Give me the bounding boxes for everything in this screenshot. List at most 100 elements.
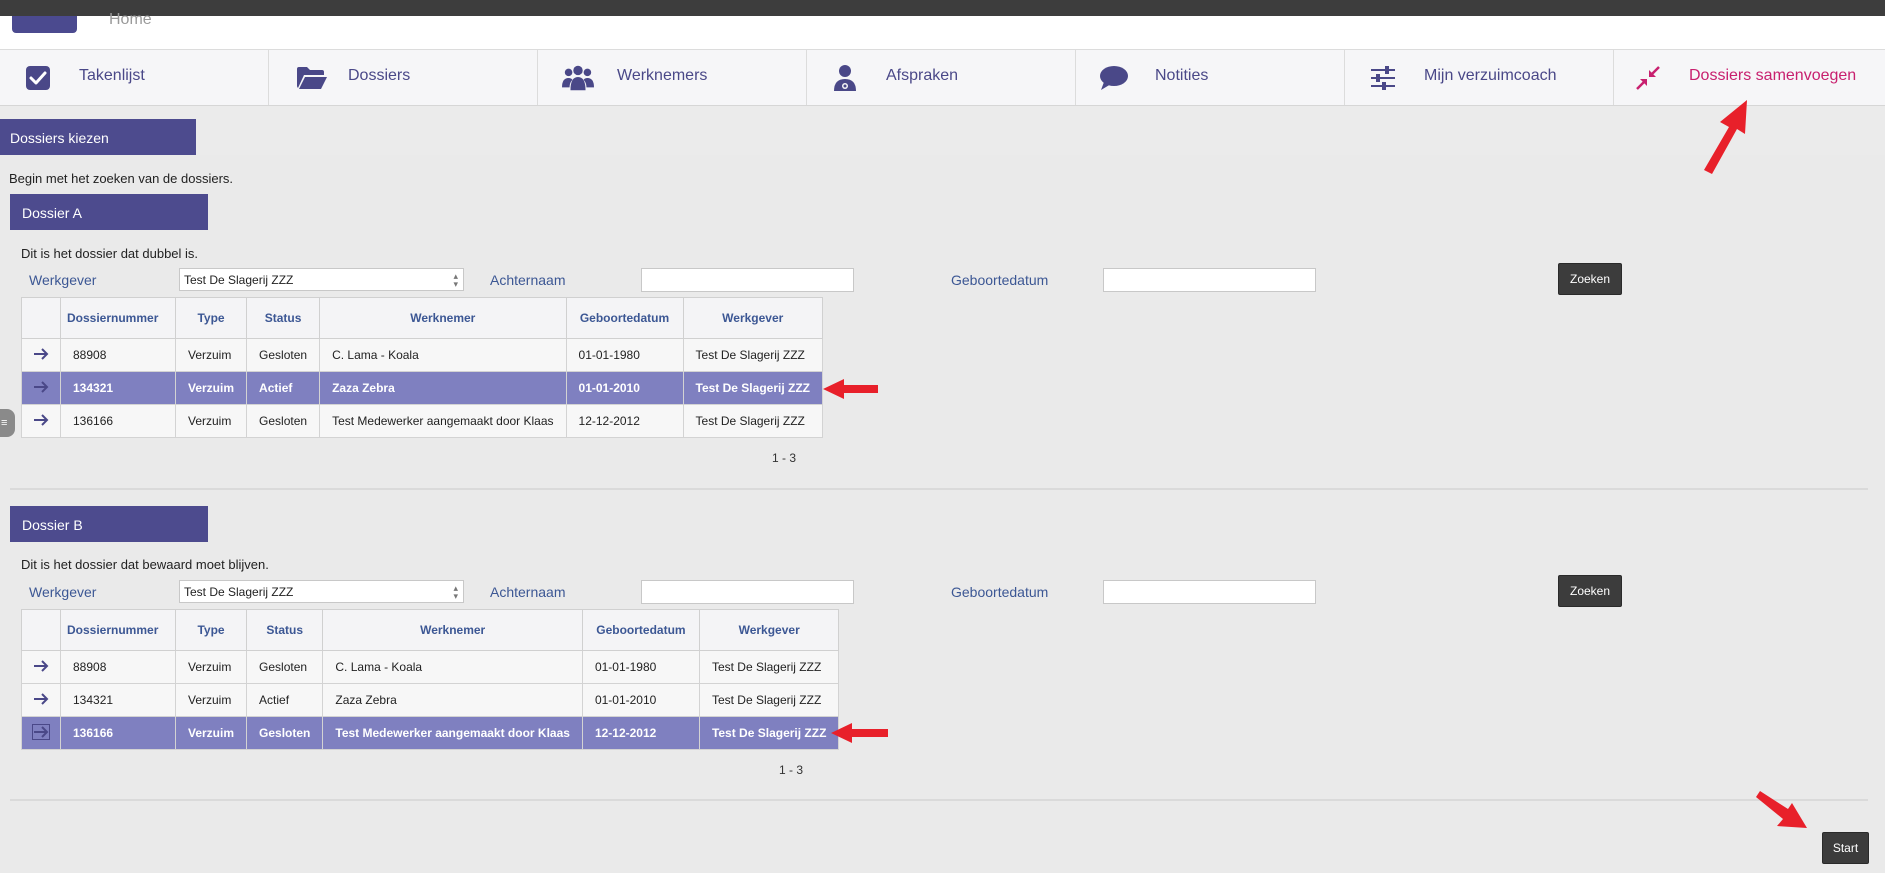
table-row-selected[interactable]: 134321 Verzuim Actief Zaza Zebra 01-01-2… <box>21 371 823 405</box>
search-button[interactable]: Zoeken <box>1558 575 1622 607</box>
nav-item-notities[interactable]: Notities <box>1076 50 1345 105</box>
window-top-bar <box>0 0 1885 16</box>
achternaam-label: Achternaam <box>490 272 566 288</box>
nav-item-afspraken[interactable]: Afspraken <box>807 50 1076 105</box>
select-row-button[interactable] <box>21 683 61 717</box>
arrow-right-icon <box>34 380 49 393</box>
cell-geboortedatum: 12-12-2012 <box>565 404 684 438</box>
section-divider <box>10 488 1868 490</box>
werkgever-select-value: Test De Slagerij ZZZ <box>184 585 294 599</box>
cell-geboortedatum: 01-01-2010 <box>565 371 684 405</box>
column-header: Type <box>174 297 248 339</box>
compress-arrows-icon <box>1632 64 1664 92</box>
arrow-right-icon <box>34 413 49 426</box>
select-caret-icon: ▴ ▾ <box>453 271 458 289</box>
search-button[interactable]: Zoeken <box>1558 263 1622 295</box>
arrow-right-icon <box>34 347 49 360</box>
werkgever-select[interactable]: Test De Slagerij ZZZ ▴ ▾ <box>179 268 464 291</box>
cell-status: Actief <box>246 683 324 717</box>
arrow-right-icon <box>32 723 50 740</box>
cell-dossiernummer: 88908 <box>60 650 176 684</box>
cell-dossiernummer: 88908 <box>60 338 176 372</box>
cell-werknemer: C. Lama - Koala <box>319 338 567 372</box>
cell-werknemer: Zaza Zebra <box>322 683 583 717</box>
section-title-dossier-b: Dossier B <box>10 506 208 542</box>
werkgever-label: Werkgever <box>29 272 97 288</box>
column-header: Dossiernummer <box>60 609 176 651</box>
geboortedatum-input[interactable] <box>1103 268 1316 292</box>
cell-werkgever: Test De Slagerij ZZZ <box>698 716 840 750</box>
intro-text: Begin met het zoeken van de dossiers. <box>9 171 234 186</box>
users-icon <box>562 64 594 92</box>
table-row[interactable]: 136166 Verzuim Gesloten Test Medewerker … <box>21 404 823 438</box>
nav-label: Dossiers <box>348 67 411 84</box>
table-row[interactable]: 134321 Verzuim Actief Zaza Zebra 01-01-2… <box>21 683 840 717</box>
cell-werkgever: Test De Slagerij ZZZ <box>698 683 840 717</box>
section-description: Dit is het dossier dat dubbel is. <box>21 246 199 261</box>
geboortedatum-label: Geboortedatum <box>951 272 1049 288</box>
cell-status: Gesloten <box>246 716 324 750</box>
cell-werknemer: Test Medewerker aangemaakt door Klaas <box>322 716 583 750</box>
select-row-button[interactable] <box>21 650 61 684</box>
cell-geboortedatum: 01-01-1980 <box>565 338 684 372</box>
nav-label: Afspraken <box>886 67 959 84</box>
achternaam-input[interactable] <box>641 268 854 292</box>
achternaam-input[interactable] <box>641 580 854 604</box>
side-menu-handle[interactable]: ≡ <box>0 409 15 437</box>
column-header-select <box>21 609 61 651</box>
select-row-button[interactable] <box>21 404 61 438</box>
nav-label: Werknemers <box>617 67 708 84</box>
annotation-arrow-icon <box>1756 791 1807 828</box>
sliders-icon <box>1367 64 1399 92</box>
arrow-right-icon <box>34 692 49 705</box>
cell-werknemer: C. Lama - Koala <box>322 650 583 684</box>
checkbox-icon <box>22 64 54 92</box>
results-table-dossier-b: Dossiernummer Type Status Werknemer Gebo… <box>21 609 840 750</box>
home-link[interactable]: Home <box>109 11 152 29</box>
cell-type: Verzuim <box>174 716 248 750</box>
table-row[interactable]: 88908 Verzuim Gesloten C. Lama - Koala 0… <box>21 650 840 684</box>
nav-item-takenlijst[interactable]: Takenlijst <box>0 50 269 105</box>
column-header-select <box>21 297 61 339</box>
column-header: Geboortedatum <box>565 297 684 339</box>
pager: 1 - 3 <box>779 763 804 777</box>
select-caret-icon: ▴ ▾ <box>453 583 458 601</box>
achternaam-label: Achternaam <box>490 584 566 600</box>
select-row-button[interactable] <box>21 371 61 405</box>
nav-item-mijn-verzuimcoach[interactable]: Mijn verzuimcoach <box>1345 50 1614 105</box>
column-header: Werknemer <box>322 609 583 651</box>
table-row-selected[interactable]: 136166 Verzuim Gesloten Test Medewerker … <box>21 716 840 750</box>
geboortedatum-input[interactable] <box>1103 580 1316 604</box>
column-header: Geboortedatum <box>581 609 700 651</box>
annotation-arrow-icon <box>1704 100 1747 174</box>
start-button[interactable]: Start <box>1822 832 1869 864</box>
werkgever-select[interactable]: Test De Slagerij ZZZ ▴ ▾ <box>179 580 464 603</box>
column-header: Status <box>246 297 321 339</box>
column-header: Status <box>246 609 324 651</box>
select-row-button[interactable] <box>21 338 61 372</box>
cell-type: Verzuim <box>174 371 248 405</box>
cell-werknemer: Zaza Zebra <box>319 371 567 405</box>
column-header: Werknemer <box>319 297 567 339</box>
cell-werknemer: Test Medewerker aangemaakt door Klaas <box>319 404 567 438</box>
cell-status: Actief <box>246 371 321 405</box>
cell-dossiernummer: 134321 <box>60 371 176 405</box>
section-description: Dit is het dossier dat bewaard moet blij… <box>21 557 269 572</box>
nav-item-dossiers[interactable]: Dossiers <box>269 50 538 105</box>
cell-geboortedatum: 12-12-2012 <box>581 716 700 750</box>
cell-dossiernummer: 136166 <box>60 716 176 750</box>
cell-status: Gesloten <box>246 650 324 684</box>
table-row[interactable]: 88908 Verzuim Gesloten C. Lama - Koala 0… <box>21 338 823 372</box>
select-row-button[interactable] <box>21 716 61 750</box>
nav-label: Dossiers samenvoegen <box>1689 67 1857 84</box>
cell-werkgever: Test De Slagerij ZZZ <box>682 338 823 372</box>
results-table-dossier-a: Dossiernummer Type Status Werknemer Gebo… <box>21 297 823 438</box>
nav-item-werknemers[interactable]: Werknemers <box>538 50 807 105</box>
cell-geboortedatum: 01-01-2010 <box>581 683 700 717</box>
folder-open-icon <box>296 64 328 92</box>
page-tab-title: Dossiers kiezen <box>0 119 196 155</box>
annotation-arrow-icon <box>831 723 888 743</box>
app-logo[interactable] <box>12 16 77 33</box>
hamburger-icon: ≡ <box>1 417 8 429</box>
pager: 1 - 3 <box>772 451 797 465</box>
